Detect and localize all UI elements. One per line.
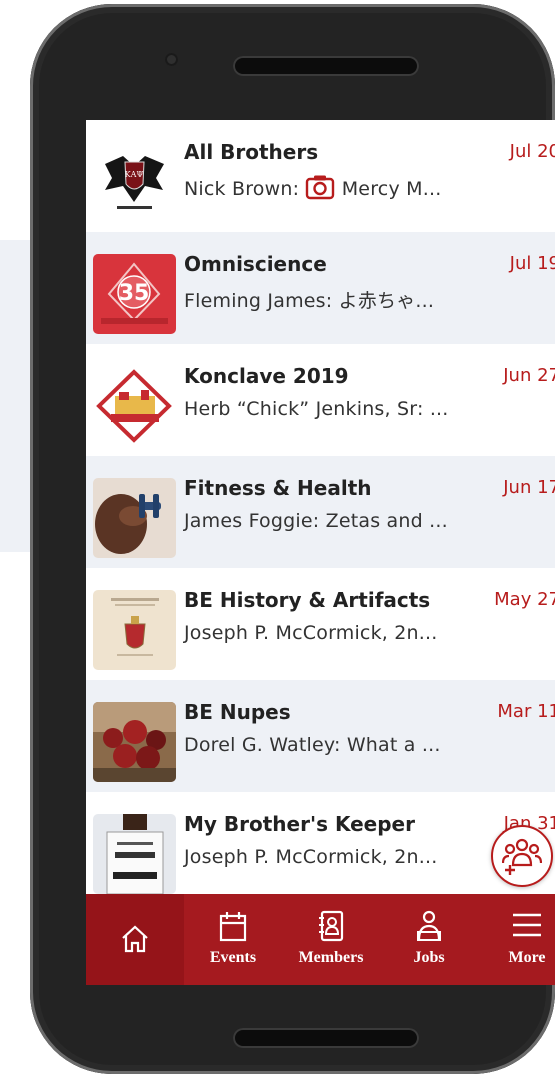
- conversation-date: Jun 27: [503, 365, 555, 386]
- conversation-date: Mar 11: [497, 701, 555, 722]
- phone-frame: ΚΑΨ All Brothers Jul 20 Nick Brown: Merc…: [30, 4, 555, 1074]
- preview-sender: Joseph P. McCormick, 2n...: [184, 622, 438, 644]
- svg-text:ΚΑΨ: ΚΑΨ: [125, 170, 144, 179]
- preview-message: What a ...: [346, 734, 441, 756]
- bottom-tab-bar: Events Members Jobs More: [86, 894, 555, 985]
- front-camera: [165, 53, 178, 66]
- contacts-icon: [319, 910, 344, 942]
- preview-sender: James Foggie:: [184, 510, 320, 532]
- menu-icon: [513, 913, 541, 937]
- conversation-title: BE History & Artifacts: [184, 588, 431, 612]
- home-icon: [122, 925, 148, 953]
- preview-message: Zetas and ...: [325, 510, 448, 532]
- support-sign-photo-thumb: [93, 814, 176, 894]
- conversation-title: Konclave 2019: [184, 364, 349, 388]
- omniscience-thumb: 35: [93, 254, 176, 334]
- conversation-date: May 27: [494, 589, 555, 610]
- tab-events[interactable]: Events: [184, 894, 282, 985]
- jobs-icon: [417, 910, 441, 941]
- conversation-title: BE Nupes: [184, 700, 291, 724]
- preview-sender: Fleming James:: [184, 290, 333, 312]
- conversation-title: Fitness & Health: [184, 476, 372, 500]
- conversation-row[interactable]: Konclave 2019 Jun 27 Herb “Chick” Jenkin…: [86, 344, 555, 456]
- conversation-title: Omniscience: [184, 252, 327, 276]
- preview-sender: Joseph P. McCormick, 2n...: [184, 846, 438, 868]
- tab-label: Events: [209, 949, 257, 966]
- conversation-date: Jul 20: [509, 141, 555, 162]
- conversation-row[interactable]: 35 Omniscience Jul 19 Fleming James: よ赤ち…: [86, 232, 555, 344]
- group-photo-thumb: [93, 702, 176, 782]
- conversation-title: All Brothers: [184, 140, 319, 164]
- conversation-preview: Joseph P. McCormick, 2n...: [184, 846, 438, 868]
- earpiece-speaker: [233, 56, 419, 76]
- conversation-date: Jul 19: [509, 253, 555, 274]
- tab-home[interactable]: [86, 894, 184, 985]
- conversation-title: My Brother's Keeper: [184, 812, 415, 836]
- tab-label: Members: [298, 949, 364, 966]
- tab-more[interactable]: More: [478, 894, 555, 985]
- conversation-preview: Joseph P. McCormick, 2n...: [184, 622, 438, 644]
- preview-message: Mercy M...: [341, 178, 442, 200]
- conversation-preview: Dorel G. Watley: What a ...: [184, 734, 441, 756]
- conversation-preview: Nick Brown: Mercy M...: [184, 174, 441, 200]
- conversation-row[interactable]: BE History & Artifacts May 27 Joseph P. …: [86, 568, 555, 680]
- svg-text:35: 35: [119, 281, 150, 306]
- preview-message: ...: [429, 398, 449, 420]
- conversation-preview: Fleming James: よ赤ちゃ...: [184, 286, 434, 313]
- tab-label: More: [508, 949, 546, 966]
- conversation-preview: James Foggie: Zetas and ...: [184, 510, 448, 532]
- conversation-row[interactable]: ΚΑΨ All Brothers Jul 20 Nick Brown: Merc…: [86, 120, 555, 232]
- tab-label: Jobs: [413, 949, 445, 966]
- preview-sender: Dorel G. Watley:: [184, 734, 341, 756]
- app-screen: ΚΑΨ All Brothers Jul 20 Nick Brown: Merc…: [86, 120, 555, 985]
- conversation-date: Jun 17: [503, 477, 555, 498]
- dumbbell-photo-thumb: [93, 478, 176, 558]
- bottom-speaker: [233, 1028, 419, 1048]
- konclave-badge-thumb: [93, 366, 176, 446]
- crest-logo-thumb: ΚΑΨ: [93, 142, 176, 222]
- preview-sender: Herb “Chick” Jenkins, Sr:: [184, 398, 424, 420]
- conversation-row[interactable]: My Brother's Keeper Jan 31 Joseph P. McC…: [86, 792, 555, 904]
- preview-sender: Nick Brown:: [184, 178, 300, 200]
- preview-message: よ赤ちゃ...: [338, 290, 435, 312]
- new-group-icon: [502, 838, 542, 875]
- new-group-button[interactable]: [491, 825, 553, 887]
- camera-icon: [305, 174, 335, 200]
- conversation-row[interactable]: Fitness & Health Jun 17 James Foggie: Ze…: [86, 456, 555, 568]
- tab-members[interactable]: Members: [282, 894, 380, 985]
- journal-cover-thumb: [93, 590, 176, 670]
- calendar-icon: [219, 912, 247, 942]
- conversation-row[interactable]: BE Nupes Mar 11 Dorel G. Watley: What a …: [86, 680, 555, 792]
- conversation-preview: Herb “Chick” Jenkins, Sr: ...: [184, 398, 449, 420]
- tab-jobs[interactable]: Jobs: [380, 894, 478, 985]
